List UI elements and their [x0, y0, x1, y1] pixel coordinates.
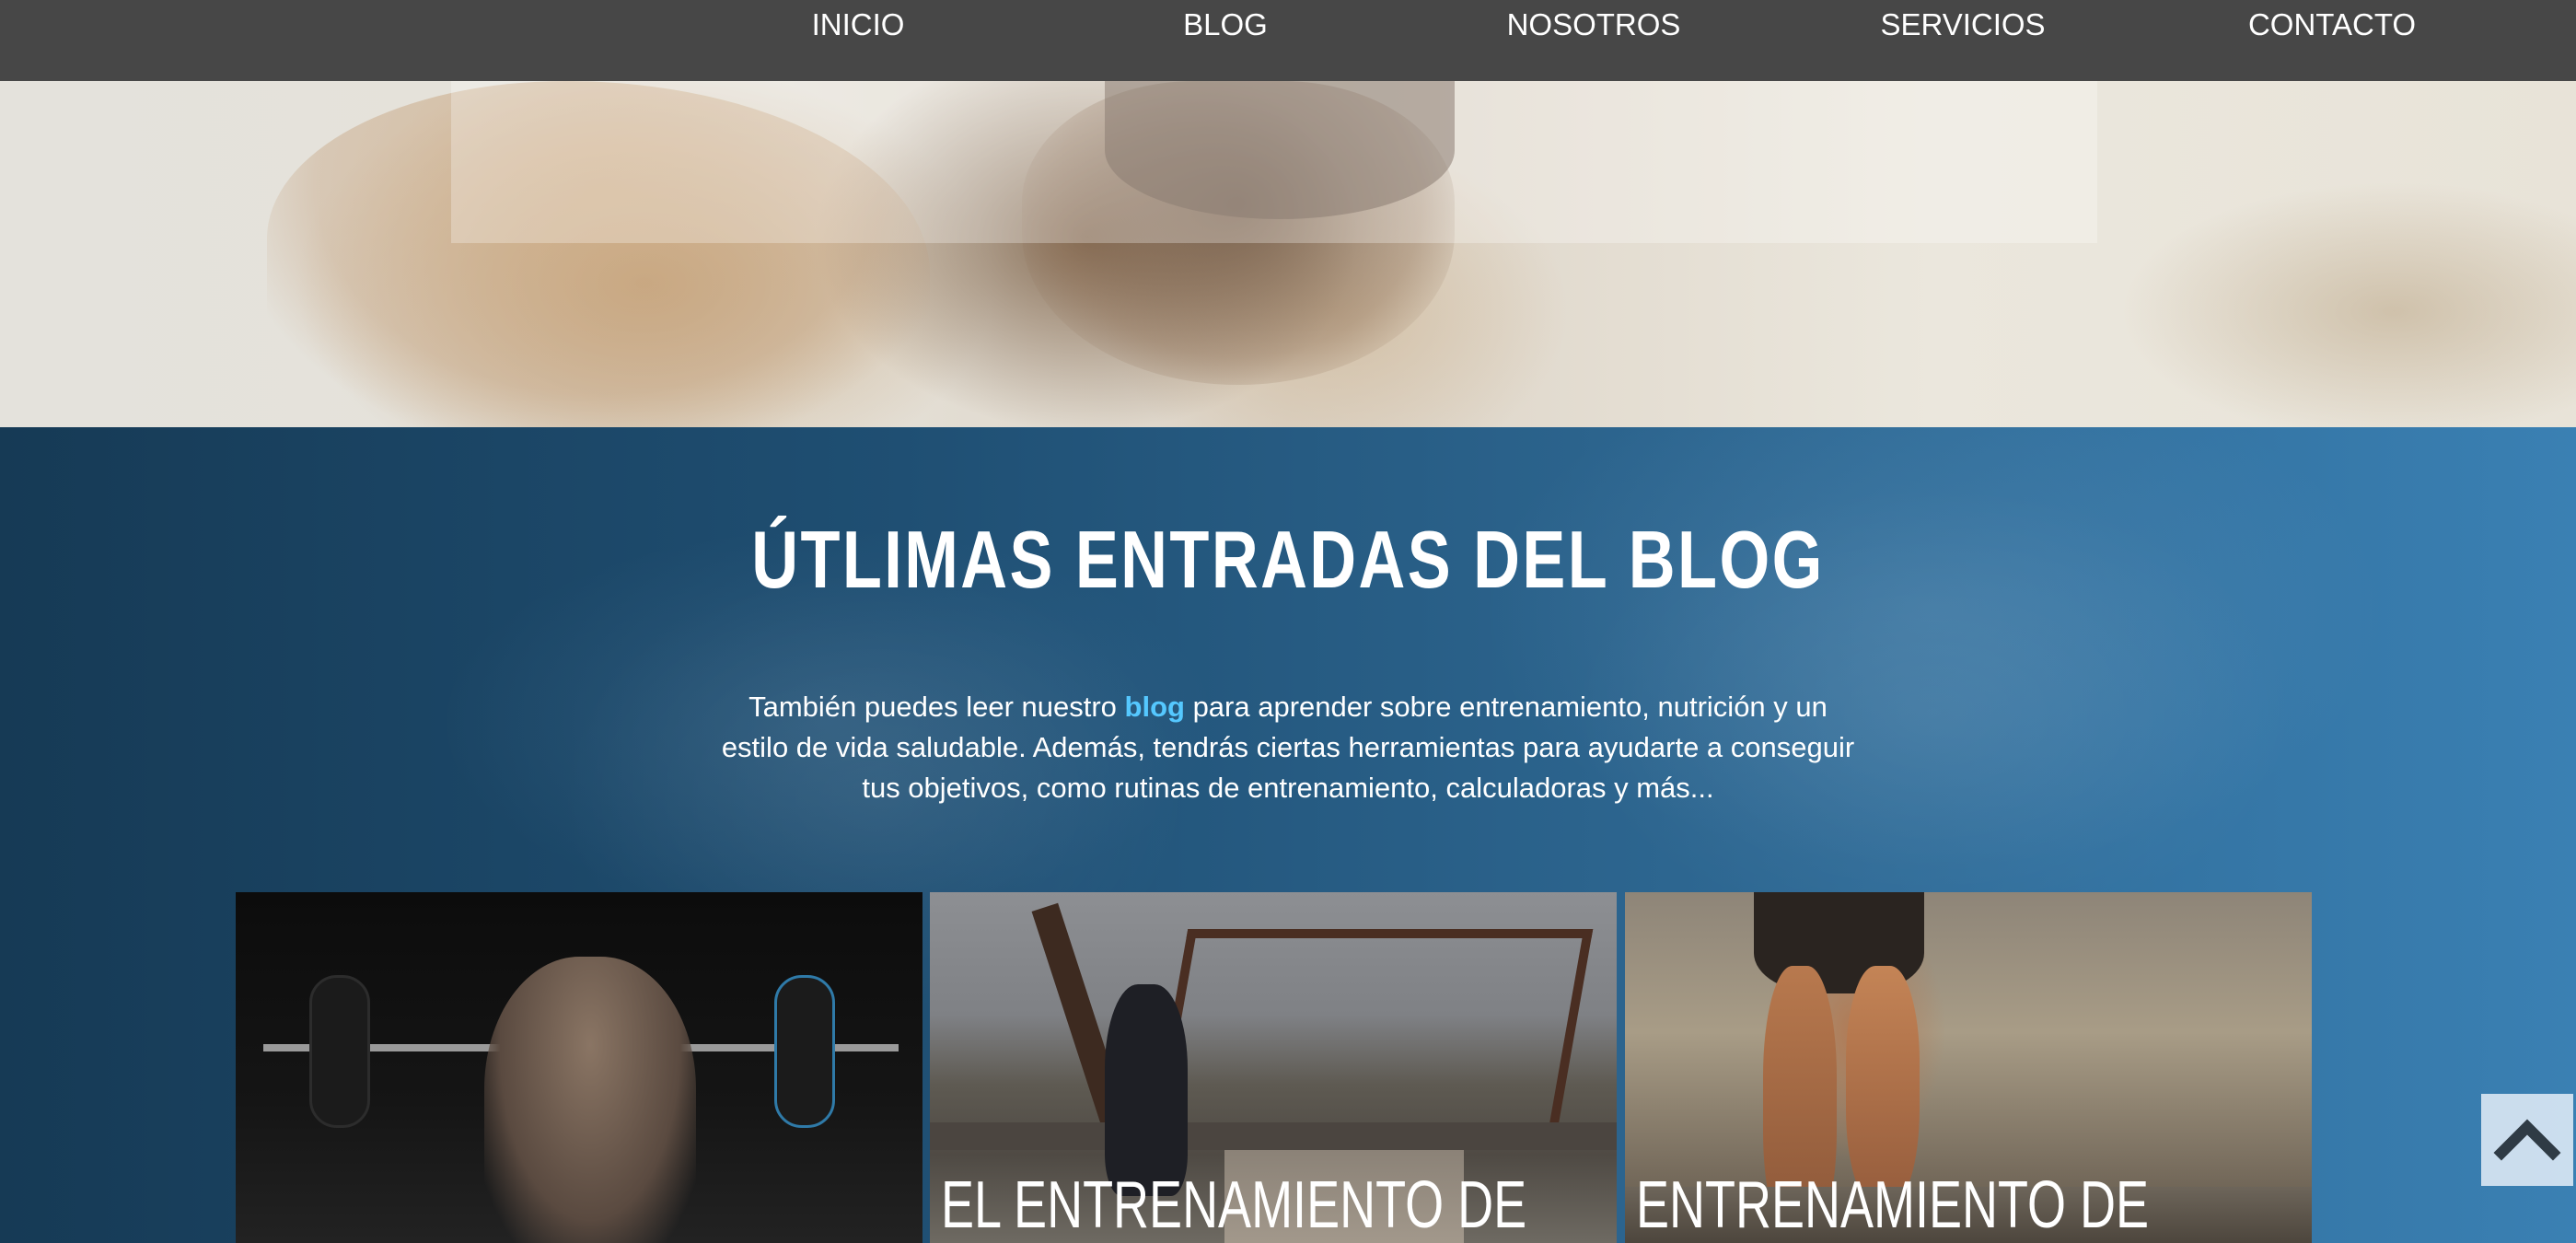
chevron-up-icon	[2493, 1119, 2561, 1161]
blog-card-2[interactable]: EL ENTRENAMIENTO DE	[930, 892, 1617, 1243]
hero-image	[0, 81, 2576, 427]
description-text-before: También puedes leer nuestro	[748, 691, 1125, 723]
main-nav: INICIO BLOG NOSOTROS SERVICIOS CONTACTO	[0, 0, 2576, 81]
person-figure	[1105, 984, 1188, 1196]
weight-plate-right	[774, 975, 835, 1128]
nav-item-inicio[interactable]: INICIO	[748, 7, 969, 42]
card-title: EL ENTRENAMIENTO DE	[941, 1168, 1527, 1242]
bridge-railing	[930, 1122, 1617, 1150]
bridge-truss	[1150, 929, 1594, 1141]
section-description: También puedes leer nuestro blog para ap…	[718, 687, 1858, 808]
blog-link[interactable]: blog	[1125, 691, 1185, 723]
section-title: ÚTLIMAS ENTRADAS DEL BLOG	[751, 514, 1825, 605]
nav-item-nosotros[interactable]: NOSOTROS	[1483, 7, 1704, 42]
weight-plate-left	[309, 975, 370, 1128]
nav-item-blog[interactable]: BLOG	[1115, 7, 1336, 42]
blog-card-1[interactable]	[236, 892, 922, 1243]
nav-item-contacto[interactable]: CONTACTO	[2222, 7, 2443, 42]
blog-card-3[interactable]: ENTRENAMIENTO DE	[1625, 892, 2312, 1243]
hero-text-box	[451, 81, 2097, 243]
card-title: ENTRENAMIENTO DE	[1636, 1168, 2150, 1242]
scroll-to-top-button[interactable]	[2481, 1094, 2573, 1186]
nav-item-servicios[interactable]: SERVICIOS	[1852, 7, 2073, 42]
latest-blog-section: ÚTLIMAS ENTRADAS DEL BLOG También puedes…	[0, 427, 2576, 1243]
athlete-figure	[484, 957, 696, 1243]
